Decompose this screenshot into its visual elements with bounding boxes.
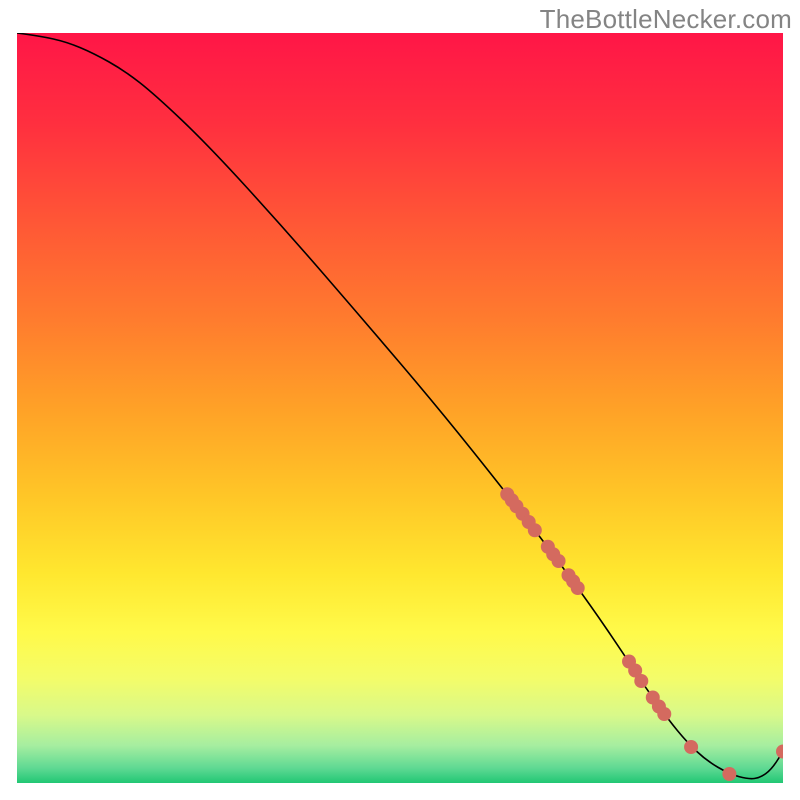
curve-path bbox=[17, 33, 783, 779]
data-point bbox=[571, 581, 585, 595]
watermark-label: TheBottleNecker.com bbox=[540, 4, 792, 35]
plot-area bbox=[17, 33, 783, 783]
data-point bbox=[722, 767, 736, 781]
data-point bbox=[552, 554, 566, 568]
markers-group bbox=[500, 487, 783, 781]
chart-container: TheBottleNecker.com bbox=[0, 0, 800, 800]
chart-line-layer bbox=[17, 33, 783, 783]
data-point bbox=[528, 523, 542, 537]
data-point bbox=[776, 745, 783, 759]
data-point bbox=[634, 674, 648, 688]
data-point bbox=[657, 707, 671, 721]
data-point bbox=[684, 740, 698, 754]
